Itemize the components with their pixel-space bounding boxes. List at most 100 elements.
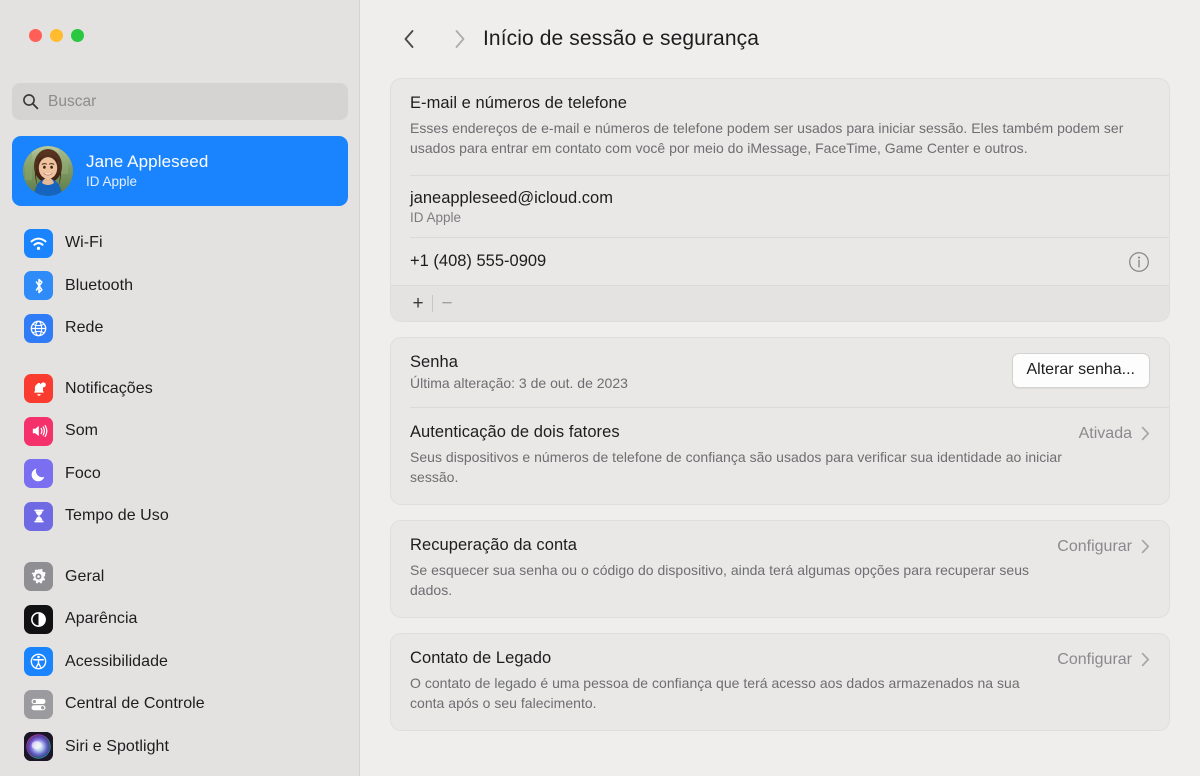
account-recovery-section[interactable]: Recuperação da conta Se esquecer sua sen… (391, 521, 1169, 617)
siri-icon (24, 732, 53, 762)
bluetooth-icon (24, 271, 53, 301)
zoom-window-button[interactable] (71, 29, 84, 42)
status-badge: Ativada (1078, 424, 1132, 442)
chevron-right-icon (1141, 652, 1150, 667)
add-remove-toolbar: + − (391, 284, 1169, 321)
card-email-phone: E-mail e números de telefone Esses ender… (390, 78, 1170, 322)
password-section: Senha Última alteração: 3 de out. de 202… (391, 338, 1169, 407)
sidebar-nav: Wi-Fi Bluetooth Rede Notificações Som Fo… (0, 222, 359, 776)
settings-scroll-area[interactable]: E-mail e números de telefone Esses ender… (360, 78, 1200, 731)
account-text: Jane Appleseed ID Apple (86, 152, 208, 189)
card-password-2fa: Senha Última alteração: 3 de out. de 202… (390, 336, 1170, 505)
sidebar-item-network[interactable]: Rede (0, 307, 359, 350)
sidebar-item-screen-time[interactable]: Tempo de Uso (0, 495, 359, 538)
section-description: Se esquecer sua senha ou o código do dis… (410, 561, 1030, 599)
two-factor-section[interactable]: Autenticação de dois fatores Seus dispos… (391, 408, 1169, 504)
search-icon (22, 93, 39, 110)
section-title: E-mail e números de telefone (410, 94, 627, 112)
legacy-contact-action[interactable]: Configurar (1057, 649, 1150, 669)
accessibility-icon (24, 647, 53, 677)
section-title: Senha (410, 352, 458, 371)
sidebar-item-focus[interactable]: Foco (0, 453, 359, 496)
card-legacy-contact[interactable]: Contato de Legado O contato de legado é … (390, 632, 1170, 731)
sidebar-item-label: Som (65, 422, 99, 440)
sidebar-item-apple-account[interactable]: Jane Appleseed ID Apple (12, 136, 348, 206)
sidebar-item-siri-spotlight[interactable]: Siri e Spotlight (0, 726, 359, 769)
card-account-recovery[interactable]: Recuperação da conta Se esquecer sua sen… (390, 519, 1170, 618)
table-row[interactable]: janeappleseed@icloud.com ID Apple (391, 176, 1169, 237)
sidebar-item-notifications[interactable]: Notificações (0, 368, 359, 411)
toolbar: Início de sessão e segurança (360, 0, 1200, 78)
sidebar-item-label: Geral (65, 567, 105, 585)
sidebar-group-general: Geral Aparência Acessibilidade Central d… (0, 556, 359, 769)
sidebar-item-label: Notificações (65, 379, 153, 397)
forward-button[interactable] (447, 24, 473, 54)
control-center-toggles-icon (24, 689, 53, 719)
sidebar-item-accessibility[interactable]: Acessibilidade (0, 641, 359, 684)
wifi-icon (24, 228, 53, 258)
content-pane: Início de sessão e segurança E-mail e nú… (360, 0, 1200, 776)
sidebar-item-appearance[interactable]: Aparência (0, 598, 359, 641)
page-title: Início de sessão e segurança (483, 27, 759, 50)
sidebar-item-wifi[interactable]: Wi-Fi (0, 222, 359, 265)
sidebar-group-network: Wi-Fi Bluetooth Rede (0, 222, 359, 350)
row-subtitle: ID Apple (410, 209, 462, 225)
sidebar-item-label: Foco (65, 464, 101, 482)
search-field[interactable] (12, 83, 348, 120)
chevron-right-icon (1141, 426, 1150, 441)
appearance-contrast-icon (24, 604, 53, 634)
chevron-left-icon (403, 29, 415, 49)
row-value: +1 (408) 555-0909 (410, 252, 547, 271)
legacy-contact-section[interactable]: Contato de Legado O contato de legado é … (391, 634, 1169, 730)
sidebar-item-general[interactable]: Geral (0, 556, 359, 599)
add-button[interactable]: + (404, 290, 432, 316)
action-label: Configurar (1057, 537, 1132, 555)
sidebar-item-label: Aparência (65, 610, 138, 628)
speaker-icon (24, 416, 53, 446)
sidebar: Jane Appleseed ID Apple Wi-Fi (0, 0, 360, 776)
chevron-right-icon (454, 29, 466, 49)
sidebar-item-bluetooth[interactable]: Bluetooth (0, 265, 359, 308)
account-subtitle: ID Apple (86, 174, 138, 190)
hourglass-icon (24, 501, 53, 531)
section-description: Esses endereços de e-mail e números de t… (410, 120, 1124, 157)
sidebar-item-label: Wi-Fi (65, 234, 103, 252)
traffic-lights (29, 29, 84, 42)
sidebar-item-label: Acessibilidade (65, 652, 168, 670)
email-phone-header: E-mail e números de telefone Esses ender… (391, 79, 1169, 175)
section-title: Autenticação de dois fatores (410, 422, 620, 441)
bell-icon (24, 374, 53, 404)
gear-icon (24, 562, 53, 592)
two-factor-status[interactable]: Ativada (1079, 423, 1150, 443)
account-recovery-action[interactable]: Configurar (1057, 536, 1150, 556)
globe-network-icon (24, 313, 53, 343)
chevron-right-icon (1141, 539, 1150, 554)
account-name: Jane Appleseed (86, 152, 209, 172)
back-button[interactable] (396, 24, 422, 54)
search-input[interactable] (48, 92, 338, 111)
sidebar-group-system: Notificações Som Foco Tempo de Uso (0, 368, 359, 538)
close-window-button[interactable] (29, 29, 42, 42)
sidebar-item-sound[interactable]: Som (0, 410, 359, 453)
section-title: Contato de Legado (410, 648, 552, 667)
moon-icon (24, 459, 53, 489)
sidebar-item-label: Bluetooth (65, 276, 134, 294)
section-subtitle: Última alteração: 3 de out. de 2023 (410, 374, 628, 391)
sidebar-item-label: Rede (65, 319, 104, 337)
sidebar-item-label: Siri e Spotlight (65, 737, 169, 755)
info-icon[interactable] (1128, 251, 1150, 273)
minimize-window-button[interactable] (50, 29, 63, 42)
action-label: Configurar (1057, 650, 1132, 668)
sidebar-item-label: Central de Controle (65, 695, 205, 713)
section-description: Seus dispositivos e números de telefone … (410, 448, 1062, 486)
section-title: Recuperação da conta (410, 535, 578, 554)
sidebar-item-control-center[interactable]: Central de Controle (0, 683, 359, 726)
sidebar-item-label: Tempo de Uso (65, 507, 169, 525)
avatar (23, 146, 73, 196)
section-description: O contato de legado é uma pessoa de conf… (410, 674, 1020, 712)
system-settings-window: Jane Appleseed ID Apple Wi-Fi (0, 0, 1200, 776)
change-password-button[interactable]: Alterar senha... (1011, 352, 1150, 388)
table-row[interactable]: +1 (408) 555-0909 (391, 238, 1169, 285)
row-value: janeappleseed@icloud.com (410, 188, 613, 207)
remove-button[interactable]: − (433, 290, 461, 316)
